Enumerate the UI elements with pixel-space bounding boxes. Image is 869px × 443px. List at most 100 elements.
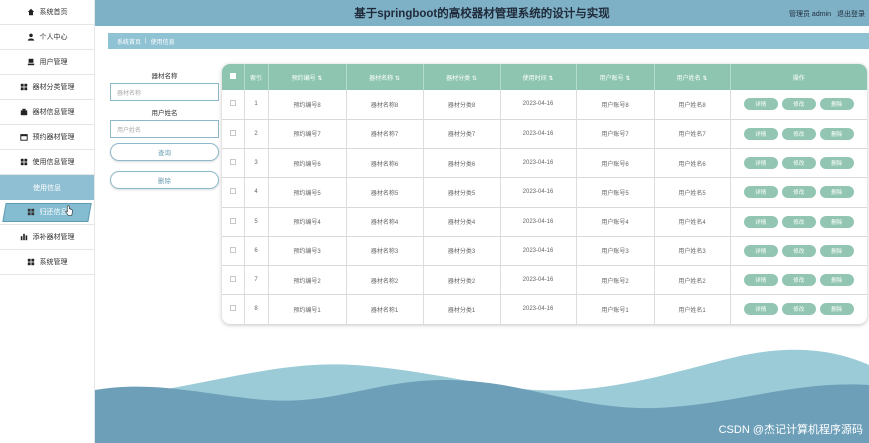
- table-row: 2 预约编号7 器材名称7 器材分类7 2023-04-16 用户账号7 用户姓名7 详情 修改…: [222, 119, 867, 149]
- sidebar-item-equipment-category[interactable]: 器材分类管理: [0, 75, 94, 100]
- cell-category: 器材分类1: [423, 294, 501, 324]
- cell-account: 用户账号3: [576, 236, 655, 266]
- sidebar-item-equipment-info[interactable]: 器材信息管理: [0, 100, 94, 125]
- delete-row-button[interactable]: 删除: [819, 244, 854, 257]
- col-header-time[interactable]: 使用时间 ⇅: [500, 64, 577, 90]
- detail-button[interactable]: 详情: [743, 274, 778, 287]
- delete-row-button[interactable]: 删除: [819, 215, 854, 228]
- detail-button[interactable]: 详情: [743, 303, 778, 316]
- table-row: 5 预约编号4 器材名称4 器材分类4 2023-04-16 用户账号4 用户姓名4 详情 修改…: [222, 207, 867, 237]
- user-icon: [27, 33, 35, 41]
- cell-account: 用户账号7: [576, 119, 655, 149]
- select-all-checkbox[interactable]: [222, 64, 245, 90]
- edit-button[interactable]: 修改: [781, 98, 816, 111]
- detail-button[interactable]: 详情: [743, 244, 778, 257]
- row-checkbox[interactable]: [222, 294, 245, 324]
- cell-category: 器材分类3: [423, 236, 501, 266]
- watermark: CSDN @杰记计算机程序源码: [718, 424, 863, 436]
- current-user: 管理员 admin: [788, 11, 831, 18]
- row-checkbox[interactable]: [222, 90, 245, 120]
- sidebar-item-label: 器材分类管理: [32, 84, 75, 91]
- cell-username: 用户姓名7: [654, 119, 731, 149]
- sidebar-subitem-usage-info[interactable]: 使用信息: [0, 175, 94, 200]
- cell-username: 用户姓名6: [654, 148, 731, 178]
- sidebar-item-return[interactable]: 归还信息: [0, 200, 94, 225]
- detail-button[interactable]: 详情: [743, 127, 778, 140]
- cell-name: 器材名称4: [346, 207, 424, 237]
- cell-actions: 详情 修改 删除: [730, 178, 867, 207]
- row-checkbox[interactable]: [222, 177, 245, 207]
- grid-icon: [20, 83, 28, 91]
- cell-booking: 预约编号1: [268, 294, 347, 324]
- sidebar-item-users[interactable]: 用户管理: [0, 50, 94, 75]
- delete-row-button[interactable]: 删除: [819, 303, 854, 316]
- breadcrumb: 系统首页 | 使用信息: [108, 33, 869, 49]
- edit-button[interactable]: 修改: [781, 127, 816, 140]
- delete-row-button[interactable]: 删除: [819, 186, 854, 199]
- cell-booking: 预约编号5: [268, 177, 347, 207]
- edit-button[interactable]: 修改: [781, 274, 816, 287]
- detail-button[interactable]: 详情: [743, 215, 778, 228]
- sidebar-item-booking[interactable]: 预约器材管理: [0, 125, 94, 150]
- cell-name: 器材名称5: [346, 177, 424, 207]
- edit-button[interactable]: 修改: [781, 157, 816, 170]
- cell-name: 器材名称2: [346, 265, 424, 295]
- row-checkbox[interactable]: [222, 207, 245, 237]
- col-header-booking[interactable]: 预约编号 ⇅: [268, 64, 347, 90]
- row-checkbox[interactable]: [222, 119, 245, 149]
- sidebar-item-home[interactable]: 系统首页: [0, 0, 94, 25]
- cell-index: 2: [244, 119, 269, 149]
- cell-username: 用户姓名1: [654, 294, 731, 324]
- data-table: 索引 预约编号 ⇅ 器材名称 ⇅ 器材分类 ⇅ 使用时间 ⇅ 用户账号 ⇅ 用户…: [222, 64, 867, 324]
- logout-link[interactable]: 退出登录: [837, 9, 865, 19]
- edit-button[interactable]: 修改: [781, 215, 816, 228]
- cell-account: 用户账号5: [576, 177, 655, 207]
- table-header-row: 索引 预约编号 ⇅ 器材名称 ⇅ 器材分类 ⇅ 使用时间 ⇅ 用户账号 ⇅ 用户…: [222, 64, 867, 90]
- sidebar-item-profile[interactable]: 个人中心: [0, 25, 94, 50]
- detail-button[interactable]: 详情: [743, 98, 778, 111]
- sidebar-item-label: 个人中心: [39, 34, 68, 41]
- col-header-account[interactable]: 用户账号 ⇅: [576, 64, 655, 90]
- cell-booking: 预约编号6: [268, 148, 347, 178]
- delete-row-button[interactable]: 删除: [819, 98, 854, 111]
- col-header-name[interactable]: 器材名称 ⇅: [346, 64, 424, 90]
- col-header-username[interactable]: 用户姓名 ⇅: [654, 64, 731, 90]
- detail-button[interactable]: 详情: [743, 186, 778, 199]
- delete-button[interactable]: 删除: [110, 171, 219, 189]
- col-header-actions: 操作: [792, 75, 805, 82]
- sidebar-item-label: 使用信息管理: [32, 159, 75, 166]
- equipment-name-input[interactable]: 器材名称: [110, 83, 219, 101]
- delete-row-button[interactable]: 删除: [819, 274, 854, 287]
- sidebar-item-supplement[interactable]: 添补器材管理: [0, 225, 94, 250]
- edit-button[interactable]: 修改: [781, 186, 816, 199]
- delete-row-button[interactable]: 删除: [819, 157, 854, 170]
- col-header-index: 索引: [244, 64, 269, 90]
- cell-name: 器材名称1: [346, 294, 424, 324]
- delete-row-button[interactable]: 删除: [819, 127, 854, 140]
- breadcrumb-home[interactable]: 系统首页: [117, 37, 141, 46]
- grid-icon: [27, 208, 35, 216]
- cell-account: 用户账号4: [576, 207, 655, 237]
- row-checkbox[interactable]: [222, 236, 245, 266]
- sidebar-item-label: 器材信息管理: [32, 109, 75, 116]
- cell-index: 4: [244, 177, 269, 207]
- cell-index: 6: [244, 236, 269, 266]
- query-button[interactable]: 查询: [110, 143, 219, 161]
- sidebar-item-system[interactable]: 系统管理: [0, 250, 94, 275]
- cell-username: 用户姓名2: [654, 265, 731, 295]
- cell-index: 8: [244, 294, 269, 324]
- row-checkbox[interactable]: [222, 265, 245, 295]
- row-checkbox[interactable]: [222, 148, 245, 178]
- username-input[interactable]: 用户姓名: [110, 120, 219, 138]
- detail-button[interactable]: 详情: [743, 157, 778, 170]
- sidebar-item-usage[interactable]: 使用信息管理: [0, 150, 94, 175]
- cell-account: 用户账号8: [576, 90, 655, 120]
- cell-name: 器材名称3: [346, 236, 424, 266]
- users-icon: [27, 58, 35, 66]
- table-row: 3 预约编号6 器材名称6 器材分类6 2023-04-16 用户账号6 用户姓名6 详情 修改…: [222, 148, 867, 178]
- col-header-category[interactable]: 器材分类 ⇅: [423, 64, 501, 90]
- edit-button[interactable]: 修改: [781, 303, 816, 316]
- breadcrumb-current: 使用信息: [150, 39, 175, 46]
- edit-button[interactable]: 修改: [781, 244, 816, 257]
- cell-category: 器材分类5: [423, 177, 501, 207]
